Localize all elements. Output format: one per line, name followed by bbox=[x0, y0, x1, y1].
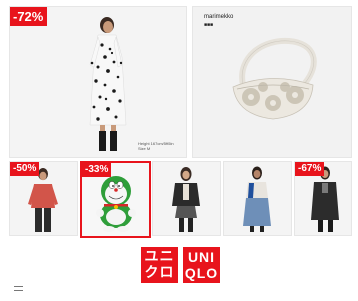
discount-badge: -33% bbox=[82, 163, 112, 177]
hero-product-card-bag[interactable]: marimekko ■■■ bbox=[192, 6, 352, 158]
product-card-denim-skirt[interactable] bbox=[223, 161, 292, 236]
hero-product-card-dress[interactable]: -72% Height 167cm/5ft5in Size M bbox=[9, 6, 187, 158]
uniqlo-logo-katakana: ユニ クロ bbox=[141, 247, 178, 283]
discount-badge: -72% bbox=[10, 7, 48, 26]
product-card-black-jacket[interactable] bbox=[152, 161, 221, 236]
model-denim-skirt-image bbox=[224, 162, 291, 235]
brand-name-marimekko: marimekko bbox=[204, 14, 234, 20]
model-black-jacket-image bbox=[153, 162, 220, 235]
marimekko-bag-image bbox=[193, 7, 351, 157]
logo-katakana-line2: クロ bbox=[144, 265, 175, 281]
uniqlo-logo[interactable]: ユニ クロ UNI QLO bbox=[141, 247, 221, 283]
brand-mark: ■■■ bbox=[204, 22, 214, 28]
model-info-caption: Height 167cm/5ft5in Size M bbox=[138, 141, 174, 151]
product-card-doraemon-plush[interactable]: -33% bbox=[80, 161, 151, 238]
logo-latin-line2: QLO bbox=[184, 265, 219, 281]
model-size-text: Size M bbox=[138, 146, 151, 151]
model-dress-image bbox=[10, 7, 186, 157]
product-card-red-top[interactable]: -50% bbox=[9, 161, 78, 236]
discount-badge: -50% bbox=[10, 162, 40, 176]
product-card-black-coat[interactable]: -67% bbox=[294, 161, 352, 236]
uniqlo-logo-latin: UNI QLO bbox=[183, 247, 220, 283]
menu-icon[interactable] bbox=[14, 285, 23, 293]
logo-katakana-line1: ユニ bbox=[144, 249, 175, 265]
discount-badge: -67% bbox=[295, 162, 325, 176]
logo-latin-line1: UNI bbox=[187, 249, 216, 265]
